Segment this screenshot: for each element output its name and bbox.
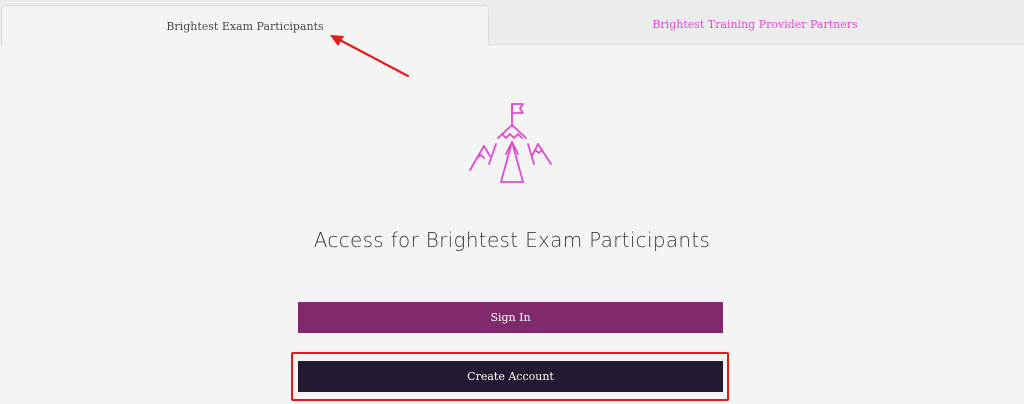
annotation-arrow — [330, 35, 410, 78]
create-account-button[interactable]: Create Account — [298, 361, 723, 392]
tab-label: Brightest Training Provider Partners — [652, 18, 858, 31]
tab-bar: Brightest Exam Participants Brightest Tr… — [0, 0, 1024, 46]
page-title: Access for Brightest Exam Participants — [313, 228, 711, 252]
mountain-flag-icon — [469, 103, 552, 183]
sign-in-button[interactable]: Sign In — [298, 302, 723, 333]
tab-training-provider-partners[interactable]: Brightest Training Provider Partners — [488, 5, 1022, 44]
page: Brightest Exam Participants Brightest Tr… — [0, 0, 1024, 404]
tab-label: Brightest Exam Participants — [166, 19, 324, 33]
